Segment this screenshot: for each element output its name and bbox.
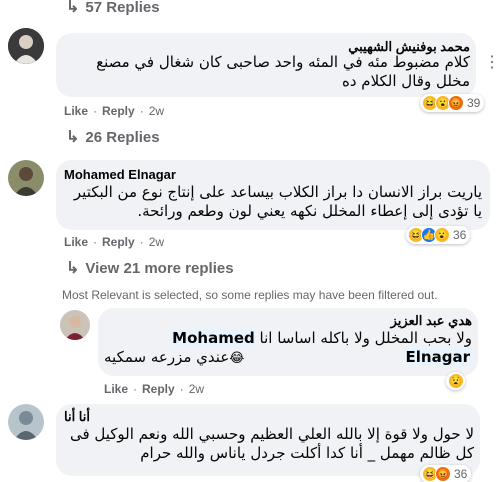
wow-reaction-icon: 😮 (434, 227, 450, 243)
avatar[interactable] (8, 28, 44, 64)
separator: · (93, 235, 98, 249)
reply-button[interactable]: Reply (142, 382, 175, 396)
like-button[interactable]: Like (104, 382, 128, 396)
reaction-summary[interactable]: 😆 😮 😡 39 (420, 94, 485, 112)
reply-button[interactable]: Reply (102, 235, 135, 249)
reaction-count: 36 (454, 467, 468, 481)
reaction-summary[interactable]: 😧 (446, 372, 465, 390)
reply-arrow-icon: ↳ (66, 129, 80, 146)
comment-text: لا حول ولا قوة إلا بالله العلي العظيم وح… (69, 425, 474, 462)
view-replies-link[interactable]: ↳ 57 Replies (66, 0, 160, 17)
comment-author[interactable]: Mohamed Elnagar (64, 167, 176, 182)
comment-actions: Like · Reply · 2w (64, 235, 164, 249)
reply-arrow-icon: ↳ (66, 0, 80, 16)
reply-arrow-icon: ↳ (66, 260, 80, 277)
sad-reaction-icon: 😧 (448, 373, 464, 389)
separator: · (93, 104, 98, 118)
view-more-replies-label: View 21 more replies (85, 259, 234, 277)
separator: · (133, 382, 138, 396)
comment-actions: Like · Reply · 2w (64, 104, 164, 118)
avatar-image (8, 28, 44, 64)
more-dots-icon[interactable]: ⋮ (484, 52, 500, 72)
comment-text: كلام مضبوط مئه في المئه واحد صاحبى كان ش… (96, 53, 470, 90)
comment-text: ياريت براز الانسان دا براز الكلاب بيساعد… (73, 183, 482, 220)
like-button[interactable]: Like (64, 104, 88, 118)
reaction-summary[interactable]: 😆 👍 😮 36 (406, 226, 471, 244)
replies-count-label: 57 Replies (85, 0, 160, 16)
reply-button[interactable]: Reply (102, 104, 135, 118)
view-replies-link[interactable]: ↳ 26 Replies (66, 127, 160, 147)
avatar-image (60, 310, 90, 340)
timestamp: 2w (148, 104, 165, 118)
avatar-image (8, 404, 44, 440)
timestamp: 2w (148, 235, 165, 249)
separator: · (179, 382, 184, 396)
filter-notice: Most Relevant is selected, so some repli… (62, 288, 438, 302)
replies-count-label: 26 Replies (85, 128, 160, 146)
timestamp: 2w (188, 382, 205, 396)
reaction-count: 36 (453, 228, 467, 242)
comment-author[interactable]: أنا أنا (64, 409, 90, 425)
avatar[interactable] (8, 404, 44, 440)
angry-reaction-icon: 😡 (448, 95, 464, 111)
separator: · (139, 104, 144, 118)
reply-text-line1: ولا بحب المخلل ولا باكله اساسا انا (259, 329, 472, 347)
reaction-summary[interactable]: 😆 😡 36 (420, 465, 472, 482)
like-button[interactable]: Like (64, 235, 88, 249)
reply-actions: Like · Reply · 2w (104, 382, 204, 396)
view-more-replies-link[interactable]: ↳ View 21 more replies (66, 258, 234, 278)
avatar[interactable] (60, 310, 90, 340)
avatar-image (8, 160, 44, 196)
reaction-count: 39 (467, 96, 481, 110)
reply-author[interactable]: هدي عبد العزيز (391, 313, 472, 329)
laughing-emoji: 😂 (229, 351, 245, 366)
angry-reaction-icon: 😡 (435, 466, 451, 482)
avatar[interactable] (8, 160, 44, 196)
reply-text-line2: 😂عندي مزرعه سمكيه (104, 348, 245, 366)
separator: · (139, 235, 144, 249)
